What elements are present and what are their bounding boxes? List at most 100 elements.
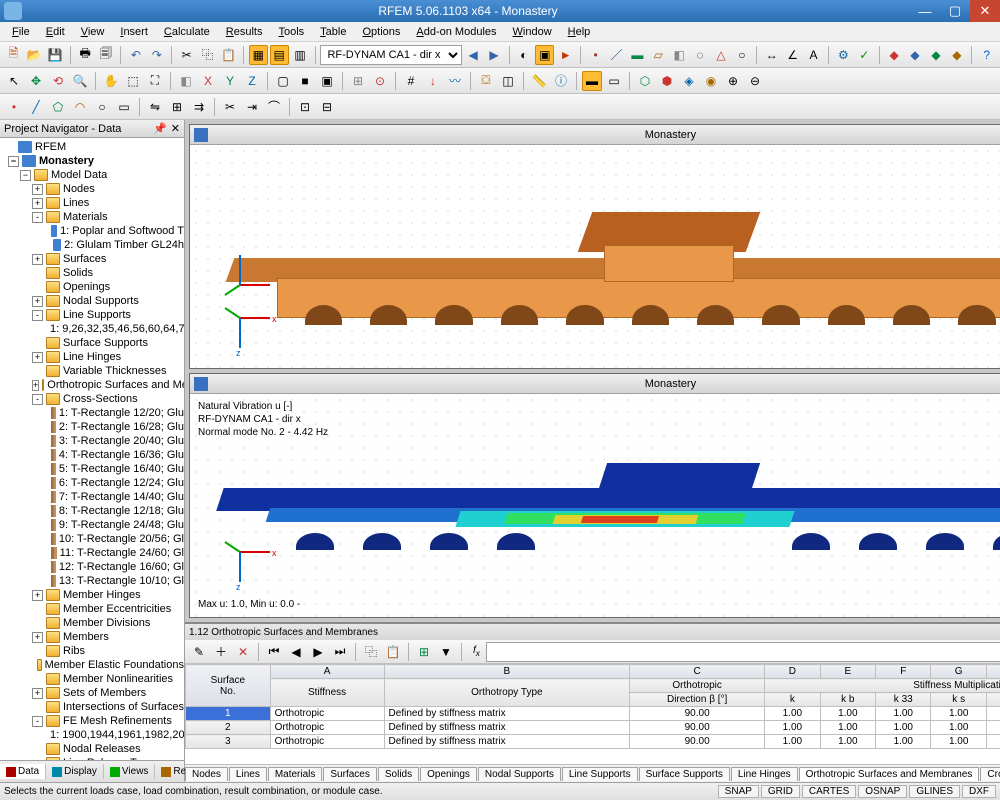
table-row[interactable]: 2OrthotropicDefined by stiffness matrix9… <box>186 721 1000 735</box>
expand-icon[interactable]: + <box>32 184 43 195</box>
calc-icon[interactable]: ⚙ <box>834 45 853 65</box>
module1-icon[interactable]: ◆ <box>885 45 904 65</box>
section-icon[interactable]: ⛋ <box>476 71 496 91</box>
tree-item[interactable]: 7: T-Rectangle 14/40; Glu <box>0 490 184 504</box>
fillet-icon[interactable]: ⌒ <box>264 97 284 117</box>
paste-icon[interactable]: 📋 <box>219 45 238 65</box>
prev-case-icon[interactable]: ◀ <box>464 45 483 65</box>
tree-item[interactable]: 11: T-Rectangle 24/60; Gl <box>0 546 184 560</box>
snap-icon[interactable]: ⊙ <box>370 71 390 91</box>
extend-icon[interactable]: ⇥ <box>242 97 262 117</box>
tree-item[interactable]: Member Nonlinearities <box>0 672 184 686</box>
status-dxf[interactable]: DXF <box>962 785 996 798</box>
menu-results[interactable]: Results <box>218 24 271 40</box>
ungroup-icon[interactable]: ⊟ <box>317 97 337 117</box>
data-grid[interactable]: SurfaceNo.ABCDEFGHIJKStiffnessOrthotropy… <box>185 664 1000 764</box>
misc3-icon[interactable]: ◈ <box>679 71 699 91</box>
opening-icon[interactable]: ◌ <box>691 45 710 65</box>
nav-tab-data[interactable]: Data <box>0 764 46 779</box>
view-z-icon[interactable]: Z <box>242 71 262 91</box>
zoom-window-icon[interactable]: ⬚ <box>123 71 143 91</box>
tree-item[interactable]: -Materials <box>0 210 184 224</box>
table-icon[interactable]: ▤ <box>270 45 289 65</box>
tree-item[interactable]: +Member Hinges <box>0 588 184 602</box>
render-trans-icon[interactable]: ▣ <box>317 71 337 91</box>
layer2-icon[interactable]: ▭ <box>604 71 624 91</box>
tree-item[interactable]: 3: T-Rectangle 20/40; Glu <box>0 434 184 448</box>
status-grid[interactable]: GRID <box>761 785 800 798</box>
new-icon[interactable]: 🗎 <box>4 45 23 65</box>
tree-item[interactable]: 13: T-Rectangle 10/10; Gl <box>0 574 184 588</box>
tree-item[interactable]: 12: T-Rectangle 16/60; Gl <box>0 560 184 574</box>
table-filter-icon[interactable]: ▼ <box>436 642 456 662</box>
status-osnap[interactable]: OSNAP <box>858 785 907 798</box>
expand-icon[interactable]: + <box>32 688 43 699</box>
expand-icon[interactable]: + <box>32 380 39 391</box>
tree-item[interactable]: Ribs <box>0 644 184 658</box>
support-icon[interactable]: △ <box>712 45 731 65</box>
menu-file[interactable]: File <box>4 24 38 40</box>
tree-item[interactable]: +Line Hinges <box>0 350 184 364</box>
group-icon[interactable]: ⊡ <box>295 97 315 117</box>
viewport-geometry[interactable]: xz <box>190 145 1000 368</box>
navigator-icon[interactable]: ▦ <box>249 45 268 65</box>
menu-view[interactable]: View <box>73 24 113 40</box>
table-tab[interactable]: Openings <box>420 767 477 781</box>
load-icon[interactable]: ↓ <box>423 71 443 91</box>
expand-icon[interactable]: - <box>32 310 43 321</box>
table-del-icon[interactable]: ✕ <box>233 642 253 662</box>
table-tab[interactable]: Solids <box>378 767 419 781</box>
array-icon[interactable]: ⊞ <box>167 97 187 117</box>
draw-point-icon[interactable]: • <box>4 97 24 117</box>
help-icon[interactable]: ? <box>977 45 996 65</box>
expand-icon[interactable]: − <box>20 170 31 181</box>
module2-icon[interactable]: ◆ <box>906 45 925 65</box>
tree-item[interactable]: Surface Supports <box>0 336 184 350</box>
info-icon[interactable]: ⓘ <box>551 71 571 91</box>
solid-icon[interactable]: ◧ <box>670 45 689 65</box>
table-prev-icon[interactable]: ◀ <box>286 642 306 662</box>
menu-table[interactable]: Table <box>312 24 354 40</box>
table-tab[interactable]: Surface Supports <box>639 767 730 781</box>
table-tab[interactable]: Orthotropic Surfaces and Membranes <box>799 767 980 781</box>
results-anim-icon[interactable]: ► <box>556 45 575 65</box>
nav-tab-views[interactable]: Views <box>104 764 156 779</box>
module4-icon[interactable]: ◆ <box>947 45 966 65</box>
menu-edit[interactable]: Edit <box>38 24 73 40</box>
undo-icon[interactable]: ↶ <box>126 45 145 65</box>
table-excel-icon[interactable]: ⊞ <box>414 642 434 662</box>
table-new-icon[interactable]: ＋ <box>211 642 231 662</box>
close-button[interactable]: ✕ <box>970 0 1000 22</box>
navigator-pin-icon[interactable]: 📌 <box>153 122 167 135</box>
menu-add-on-modules[interactable]: Add-on Modules <box>408 24 504 40</box>
status-glines[interactable]: GLINES <box>909 785 960 798</box>
tree-item[interactable]: -Line Supports <box>0 308 184 322</box>
copy-icon[interactable]: ⿻ <box>198 45 217 65</box>
tree-item[interactable]: 9: T-Rectangle 24/48; Glu <box>0 518 184 532</box>
maximize-button[interactable]: ▢ <box>940 0 970 22</box>
deform-icon[interactable]: 〰 <box>445 71 465 91</box>
draw-rect-icon[interactable]: ▭ <box>114 97 134 117</box>
tree-item[interactable]: 4: T-Rectangle 16/36; Glu <box>0 448 184 462</box>
tree-item[interactable]: Openings <box>0 280 184 294</box>
tree-item[interactable]: +Surfaces <box>0 252 184 266</box>
table-tab[interactable]: Surfaces <box>323 767 376 781</box>
misc1-icon[interactable]: ⬡ <box>635 71 655 91</box>
expand-icon[interactable]: + <box>32 254 43 265</box>
misc4-icon[interactable]: ◉ <box>701 71 721 91</box>
move-icon[interactable]: ✥ <box>26 71 46 91</box>
member-icon[interactable]: ▬ <box>628 45 647 65</box>
render-solid-icon[interactable]: ■ <box>295 71 315 91</box>
misc5-icon[interactable]: ⊕ <box>723 71 743 91</box>
preview-icon[interactable]: 🗐 <box>97 45 116 65</box>
tree-item[interactable]: Solids <box>0 266 184 280</box>
grid-icon[interactable]: ⊞ <box>348 71 368 91</box>
select-icon[interactable]: ↖ <box>4 71 24 91</box>
status-snap[interactable]: SNAP <box>718 785 759 798</box>
table-tab[interactable]: Line Hinges <box>731 767 798 781</box>
tree-item[interactable]: +Nodal Supports <box>0 294 184 308</box>
measure-icon[interactable]: 📏 <box>529 71 549 91</box>
offset-icon[interactable]: ⇉ <box>189 97 209 117</box>
module3-icon[interactable]: ◆ <box>927 45 946 65</box>
layer1-icon[interactable]: ▬ <box>582 71 602 91</box>
